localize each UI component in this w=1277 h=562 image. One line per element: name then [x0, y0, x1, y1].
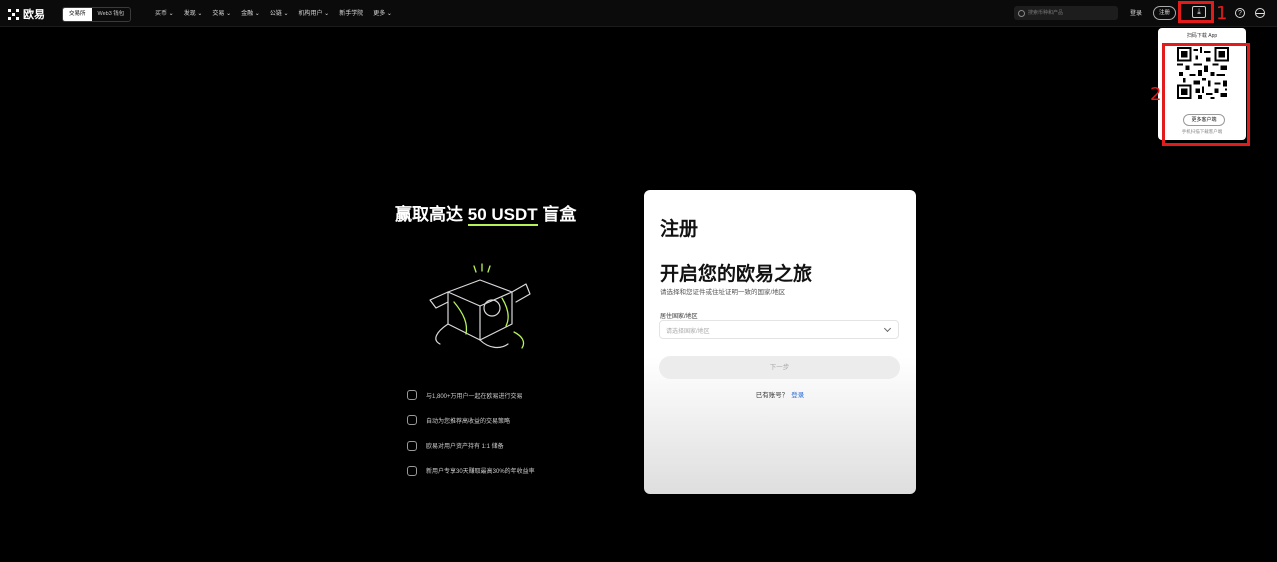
register-button[interactable]: 注册 — [1153, 6, 1176, 20]
feature-text: 欧易对用户资产持有 1:1 储备 — [426, 444, 504, 451]
segment-exchange[interactable]: 交易所 — [63, 8, 92, 21]
login-link-card[interactable]: 登录 — [791, 392, 804, 399]
annotation-box-qr — [1162, 43, 1250, 146]
signup-subheading: 开启您的欧易之旅 — [660, 264, 813, 285]
strategy-icon — [407, 415, 417, 426]
feature-list: 与1,800+万用户一起在欧易进行交易 自动为您推荐高收益的交易策略 欧易对用户… — [407, 389, 535, 490]
signup-description: 请选择和您证件或住址证明一致的国家/地区 — [660, 289, 786, 296]
annotation-box-download — [1178, 1, 1214, 23]
annotation-label-1: 1 — [1216, 3, 1228, 24]
nav-item-buy-crypto[interactable]: 买币 ⌄ — [155, 8, 174, 17]
feature-text: 自动为您推荐高收益的交易策略 — [426, 418, 511, 425]
popup-title: 扫码下载 App — [1186, 33, 1218, 39]
product-switcher: 交易所 Web3 钱包 — [62, 7, 132, 22]
promo-title: 赢取高达 50 USDT 盲盒 — [395, 200, 577, 226]
reserve-icon — [407, 440, 417, 451]
country-select-placeholder: 请选择国家/地区 — [666, 329, 710, 335]
promo-title-suffix: 盲盒 — [537, 205, 577, 224]
feature-item: 与1,800+万用户一起在欧易进行交易 — [407, 389, 535, 401]
okx-logo[interactable]: 欧易 — [8, 6, 45, 22]
mystery-box-illustration — [429, 263, 531, 349]
feature-item: 自动为您推荐高收益的交易策略 — [407, 414, 535, 426]
next-button[interactable]: 下一步 — [659, 356, 900, 379]
nav-item-institutional[interactable]: 机构用户 ⌄ — [299, 8, 330, 17]
nav-item-learn[interactable]: 新手学院 — [339, 8, 363, 17]
promo-title-prefix: 赢取高达 — [395, 205, 468, 224]
chevron-down-icon — [883, 324, 892, 333]
yield-icon — [407, 465, 417, 476]
nav-item-chain[interactable]: 公链 ⌄ — [270, 8, 289, 17]
signup-heading: 注册 — [660, 219, 699, 240]
nav-item-trade[interactable]: 交易 ⌄ — [212, 8, 231, 17]
feature-text: 与1,800+万用户一起在欧易进行交易 — [426, 393, 523, 400]
promo-title-highlight: 50 USDT — [467, 205, 538, 226]
search-placeholder: 搜索币种和产品 — [1028, 10, 1064, 16]
signup-card: 注册 开启您的欧易之旅 请选择和您证件或住址证明一致的国家/地区 居住国家/地区… — [644, 190, 916, 494]
okx-logo-icon — [8, 8, 19, 20]
has-account-row: 已有账号？ 登录 — [644, 389, 916, 399]
country-select[interactable]: 请选择国家/地区 — [659, 320, 899, 339]
feature-item: 新用户专享30天赚取最高30%的年收益率 — [407, 465, 535, 477]
segment-web3-wallet[interactable]: Web3 钱包 — [92, 8, 131, 21]
country-field-label: 居住国家/地区 — [660, 314, 698, 320]
search-icon — [1018, 10, 1025, 17]
logo-text: 欧易 — [23, 9, 45, 21]
globe-icon[interactable] — [1255, 8, 1265, 18]
main-nav: 买币 ⌄ 发现 ⌄ 交易 ⌄ 金融 ⌄ 公链 ⌄ 机构用户 ⌄ 新手学院 更多 … — [155, 8, 392, 17]
login-link[interactable]: 登录 — [1130, 8, 1142, 17]
search-input[interactable]: 搜索币种和产品 — [1014, 6, 1118, 20]
feature-item: 欧易对用户资产持有 1:1 储备 — [407, 440, 535, 452]
has-account-text: 已有账号？ — [755, 392, 789, 399]
nav-item-discover[interactable]: 发现 ⌄ — [184, 8, 203, 17]
nav-item-more[interactable]: 更多 ⌄ — [373, 8, 392, 17]
help-icon[interactable]: ? — [1235, 8, 1245, 18]
feature-text: 新用户专享30天赚取最高30%的年收益率 — [426, 469, 535, 476]
annotation-label-2: 2 — [1150, 84, 1162, 105]
nav-item-finance[interactable]: 金融 ⌄ — [241, 8, 260, 17]
top-navigation-bar: 欧易 交易所 Web3 钱包 买币 ⌄ 发现 ⌄ 交易 ⌄ 金融 ⌄ 公链 ⌄ … — [0, 0, 1277, 27]
users-icon — [407, 390, 417, 400]
